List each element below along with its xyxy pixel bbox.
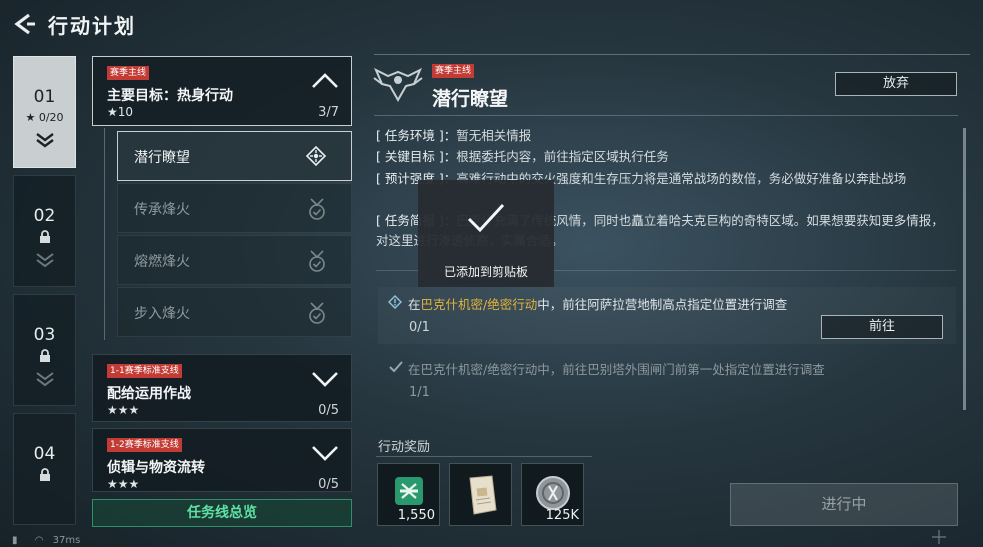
submission-item-3[interactable]: 熔燃烽火 <box>117 235 352 285</box>
chapter-tab-04[interactable]: 04 <box>13 413 76 525</box>
detail-title: 潜行瞭望 <box>432 88 509 110</box>
battery-icon: ▮ <box>12 535 18 546</box>
status-bar: ▮ ◠ 37ms <box>12 535 80 546</box>
double-chevron-down-icon <box>35 372 54 387</box>
mission-title: 配给运用作战 <box>107 386 191 402</box>
mission-tag: 1-1赛季标准支线 <box>107 364 182 378</box>
submission-label: 传承烽火 <box>134 202 190 218</box>
mission-stars: ★★★ <box>107 477 140 491</box>
objective-text: 在巴克什机密/绝密行动中，前往阿萨拉营地制高点指定位置进行调查 <box>408 297 788 312</box>
chevron-down-icon[interactable] <box>311 443 339 461</box>
mission-stars: ★10 <box>107 105 134 119</box>
double-chevron-down-icon <box>35 133 54 148</box>
exp-crate-icon <box>395 477 423 505</box>
mission-tag: 1-2赛季标准支线 <box>107 438 182 452</box>
submission-item-2[interactable]: 传承烽火 <box>117 183 352 233</box>
chapter-number: 02 <box>33 206 56 226</box>
page-title: 行动计划 <box>48 14 136 38</box>
badge-check-icon <box>309 198 325 220</box>
plus-icon <box>932 530 946 544</box>
objective-progress: 0/1 <box>409 320 430 335</box>
divider <box>374 115 958 116</box>
mission-title: 侦辑与物资流转 <box>107 460 205 476</box>
document-icon <box>469 475 497 515</box>
submission-label: 熔燃烽火 <box>134 254 190 270</box>
info-environment: [ 任务环境 ]：暂无相关情报 <box>376 128 532 143</box>
toast-message: 已添加到剪贴板 <box>443 265 528 279</box>
objective-item-2: 在巴克什机密/绝密行动中，前往巴别塔外围闸门前第一处指定位置进行调查 1/1 <box>378 352 956 408</box>
chapter-tab-01[interactable]: 01 ★ 0/20 <box>13 56 76 168</box>
reward-item-coins[interactable]: 125K <box>521 463 584 526</box>
reward-item-document[interactable] <box>449 463 512 526</box>
checkmark-icon <box>467 203 505 233</box>
go-button[interactable]: 前往 <box>821 315 943 339</box>
chapter-number: 04 <box>33 444 56 464</box>
chapter-number: 01 <box>33 87 56 107</box>
mission-tag: 赛季主线 <box>107 66 150 80</box>
submission-item-4[interactable]: 步入烽火 <box>117 287 352 337</box>
checkmark-icon <box>389 361 403 373</box>
divider <box>376 456 592 457</box>
mission-stars: ★★★ <box>107 403 140 417</box>
divider <box>374 54 970 55</box>
reward-item-exp[interactable]: 1,550 <box>377 463 440 526</box>
mission-progress: 0/5 <box>318 477 339 492</box>
reward-count: 125K <box>545 508 579 523</box>
detail-tag: 赛季主线 <box>432 64 475 78</box>
submission-label: 步入烽火 <box>134 306 190 322</box>
back-button[interactable] <box>12 12 36 36</box>
chapter-number: 03 <box>33 325 56 345</box>
abandon-button[interactable]: 放弃 <box>835 72 957 96</box>
lock-icon <box>39 349 50 362</box>
mission-card-side-2[interactable]: 1-2赛季标准支线 侦辑与物资流转 ★★★ 0/5 <box>92 428 352 492</box>
clipboard-toast: 已添加到剪贴板 <box>418 180 554 287</box>
diamond-alert-icon <box>388 295 402 309</box>
chapter-tab-02[interactable]: 02 <box>13 175 76 287</box>
mission-progress: 3/7 <box>318 105 339 120</box>
chevron-up-icon[interactable] <box>311 71 339 89</box>
header-bar: 行动计划 <box>0 0 983 48</box>
in-progress-button[interactable]: 进行中 <box>730 483 958 526</box>
ping-value: 37ms <box>52 535 81 546</box>
wifi-icon: ◠ <box>34 535 44 546</box>
mission-card-main[interactable]: 赛季主线 主要目标：热身行动 ★10 3/7 <box>92 56 352 126</box>
back-arrow-icon <box>14 13 35 35</box>
rewards-label: 行动奖励 <box>378 440 431 455</box>
info-key-goal: [ 关键目标 ]：根据委托内容，前往指定区域执行任务 <box>376 149 669 164</box>
lock-icon <box>39 468 50 481</box>
badge-check-icon <box>309 250 325 272</box>
mission-title: 主要目标：热身行动 <box>107 88 233 104</box>
target-icon <box>305 145 327 167</box>
eagle-emblem-icon <box>372 62 424 106</box>
objective-text: 在巴克什机密/绝密行动中，前往巴别塔外围闸门前第一处指定位置进行调查 <box>408 362 825 377</box>
chapter-progress: ★ 0/20 <box>25 111 64 124</box>
objective-progress: 1/1 <box>409 385 430 400</box>
chevron-down-icon[interactable] <box>311 369 339 387</box>
scrollbar[interactable] <box>963 128 966 410</box>
reward-count: 1,550 <box>397 508 435 523</box>
mission-line-overview-button[interactable]: 任务线总览 <box>92 499 352 527</box>
mission-card-side-1[interactable]: 1-1赛季标准支线 配给运用作战 ★★★ 0/5 <box>92 354 352 422</box>
badge-check-icon <box>309 302 325 324</box>
tree-connector <box>104 128 105 340</box>
chapter-tab-03[interactable]: 03 <box>13 294 76 406</box>
lock-icon <box>39 230 50 243</box>
submission-label: 潜行瞭望 <box>134 150 190 166</box>
double-chevron-down-icon <box>35 253 54 268</box>
mission-progress: 0/5 <box>318 403 339 418</box>
submission-item-1[interactable]: 潜行瞭望 <box>117 131 352 181</box>
coin-icon <box>536 476 570 510</box>
